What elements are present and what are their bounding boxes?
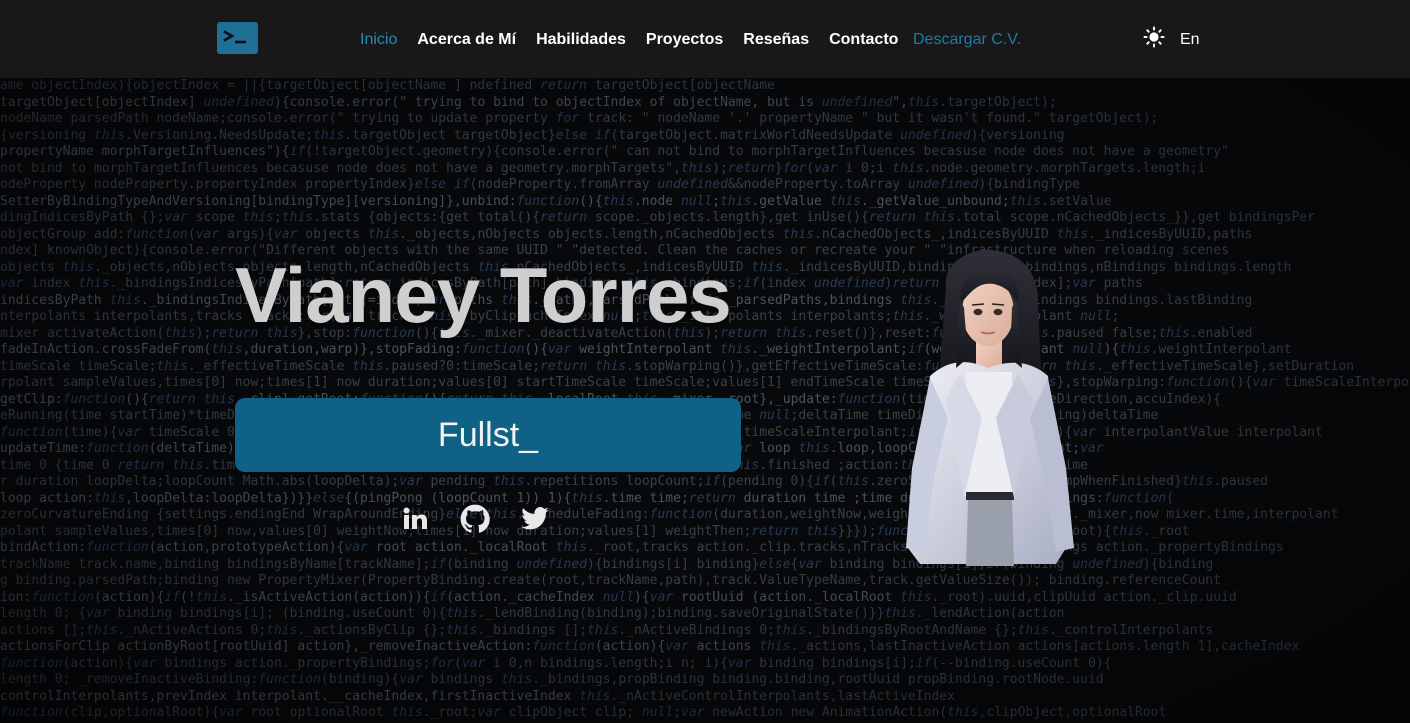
nav-links: Inicio Acerca de Mí Habilidades Proyecto…: [360, 30, 918, 50]
nav-link-proyectos[interactable]: Proyectos: [646, 30, 723, 50]
code-line: not bind to morphTargetInfluences becasu…: [0, 160, 1206, 176]
role-typewriter-box: Fullst_: [235, 398, 741, 472]
code-line: function(clip,optionalRoot){var root opt…: [0, 705, 1167, 720]
code-line: objectGroup add:function(var args){var o…: [0, 226, 1253, 242]
avatar-3d-character: [890, 248, 1086, 566]
code-line: g binding.parsedPath;binding new Propert…: [0, 573, 1221, 588]
hero-name: Vianey Torres: [235, 251, 732, 339]
github-icon[interactable]: [460, 504, 490, 534]
code-line: ame objectIndex){objectIndex = ||{target…: [0, 78, 775, 93]
code-line: SetterByBindingTypeAndVersioning[binding…: [0, 193, 1112, 209]
portfolio-page: ame objectIndex){objectIndex = ||{target…: [0, 0, 1410, 723]
language-toggle[interactable]: En: [1180, 30, 1200, 50]
nav-link-contacto[interactable]: Contacto: [829, 30, 898, 50]
code-line: rpolant sampleValues,times[0] now;times[…: [0, 375, 1410, 390]
code-line: bindAction:function(action,prototypeActi…: [0, 540, 1284, 555]
code-line: timeScale timeScale;this._effectiveTimeS…: [0, 358, 1355, 374]
sun-icon[interactable]: [1143, 26, 1165, 48]
code-line: {versioning this.Versioning.NeedsUpdate;…: [0, 127, 1065, 143]
code-line: actionsForClip actionByRoot[rootUuid] ac…: [0, 639, 1300, 654]
code-line: ion:function(action){if(!this._isActiveA…: [0, 589, 1237, 605]
role-typewriter-text: Fullst_: [437, 416, 539, 454]
download-cv-link[interactable]: Descargar C.V.: [913, 30, 1021, 50]
code-line: polant sampleValues,times[0] now,values[…: [0, 523, 1190, 539]
code-line: targetObject[objectIndex] undefined){con…: [0, 94, 1057, 110]
top-navbar: Inicio Acerca de Mí Habilidades Proyecto…: [0, 0, 1410, 78]
nav-link-acerca[interactable]: Acerca de Mí: [417, 30, 516, 50]
nav-link-habilidades[interactable]: Habilidades: [536, 30, 626, 50]
code-line: trackName track.name,binding bindingsByN…: [0, 556, 1214, 572]
code-line: length 0; _removeInactiveBinding:functio…: [0, 672, 1104, 687]
code-line: function(action){var bindings action._pr…: [0, 655, 1112, 671]
twitter-icon[interactable]: [520, 504, 550, 534]
code-line: zeroCurvatureEnding {settings.endingEnd …: [0, 507, 1339, 522]
code-line: propertyName morphTargetInfluences"){if(…: [0, 144, 1229, 159]
social-links: [400, 504, 550, 534]
code-line: controlInterpolants,prevIndex interpolan…: [0, 688, 955, 704]
code-line: fadeInAction.crossFadeFrom(this,duration…: [0, 342, 1292, 357]
linkedin-icon[interactable]: [400, 504, 430, 534]
code-line: nodeName parsedPath nodeName;console.err…: [0, 111, 1159, 126]
code-line: length 0; {var binding bindings[i]; (bin…: [0, 606, 1065, 621]
code-line: r duration loopDelta;loopCount Math.abs(…: [0, 474, 1269, 489]
nav-link-resenas[interactable]: Reseñas: [743, 30, 809, 50]
code-line: odeProperty nodeProperty.propertyIndex p…: [0, 177, 1081, 192]
terminal-icon[interactable]: [217, 22, 258, 54]
code-line: dingIndicesByPath {};var scope this;this…: [0, 210, 1315, 225]
code-line: actions [];this._nActiveActions 0;this._…: [0, 622, 1214, 638]
nav-link-inicio[interactable]: Inicio: [360, 30, 397, 50]
code-line: loop action:this,loopDelta:loopDelta})}}…: [0, 490, 1175, 506]
